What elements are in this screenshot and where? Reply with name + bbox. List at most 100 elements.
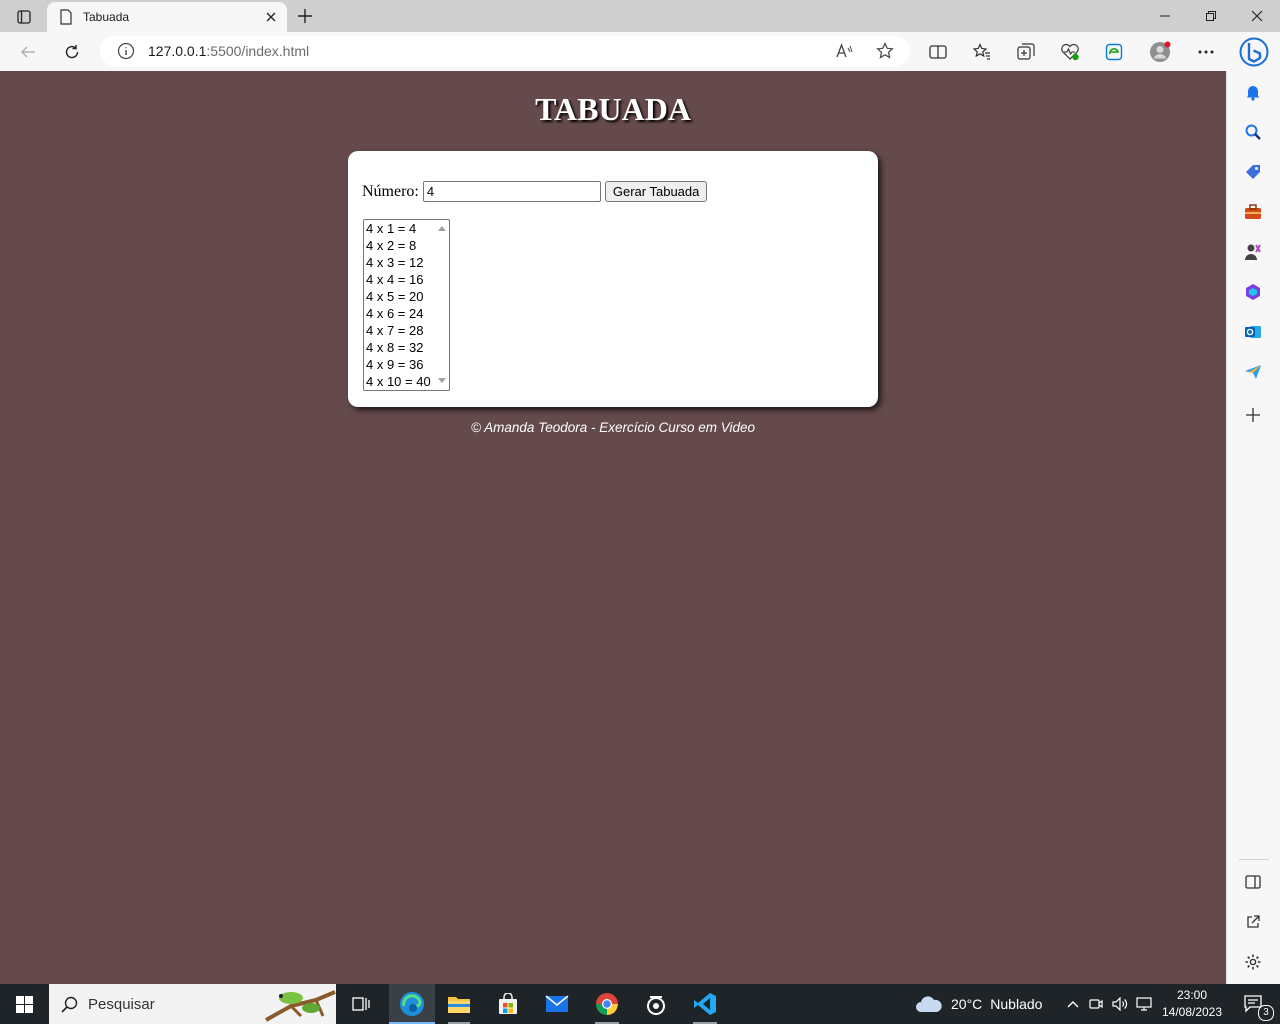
weather-widget[interactable]: 20°C Nublado bbox=[915, 984, 1050, 1024]
collections-button[interactable] bbox=[1011, 37, 1041, 67]
number-label: Número: bbox=[362, 182, 419, 200]
taskbar: Pesquisar 20°C Nublado 23:00 14/08/2023 … bbox=[0, 984, 1280, 1024]
extension-button[interactable] bbox=[1099, 37, 1129, 67]
clock[interactable]: 23:00 14/08/2023 bbox=[1158, 987, 1226, 1021]
more-options-button[interactable] bbox=[1191, 37, 1221, 67]
results-listbox[interactable]: 4 x 1 = 44 x 2 = 84 x 3 = 12 4 x 4 = 16 4 … bbox=[363, 219, 450, 391]
cloud-icon bbox=[916, 996, 942, 1012]
sidebar-toggle-icon[interactable] bbox=[1242, 871, 1264, 893]
close-icon bbox=[1251, 10, 1263, 22]
address-bar[interactable]: 127.0.0.1:5500/index.html bbox=[100, 36, 910, 66]
camera-icon bbox=[1089, 999, 1103, 1009]
clock-date: 14/08/2023 bbox=[1161, 1005, 1223, 1019]
tab-actions-icon bbox=[17, 10, 31, 24]
tabuada-card: Número: Gerar Tabuada 4 x 1 = 44 x 2 = 8… bbox=[348, 151, 878, 407]
more-icon bbox=[1198, 50, 1214, 54]
refresh-button[interactable] bbox=[57, 37, 87, 67]
meet-now-button[interactable] bbox=[1087, 984, 1105, 1024]
restore-icon bbox=[1206, 11, 1216, 21]
outlook-icon[interactable] bbox=[1242, 321, 1264, 343]
taskbar-file-explorer[interactable] bbox=[438, 984, 480, 1024]
number-form: Número: Gerar Tabuada bbox=[362, 181, 708, 202]
folder-icon bbox=[448, 997, 470, 1013]
close-icon bbox=[266, 12, 276, 22]
chrome-icon bbox=[596, 993, 618, 1015]
add-icon[interactable] bbox=[1242, 404, 1264, 426]
volume-button[interactable] bbox=[1110, 984, 1130, 1024]
read-aloud-icon bbox=[836, 43, 853, 58]
tab-close-button[interactable] bbox=[259, 5, 283, 29]
notifications-button[interactable]: 3 bbox=[1234, 984, 1274, 1024]
read-aloud-button[interactable] bbox=[834, 40, 856, 62]
search-icon[interactable] bbox=[1242, 121, 1264, 143]
taskbar-app[interactable] bbox=[634, 984, 678, 1024]
page-icon bbox=[60, 9, 72, 25]
page-title: TABUADA bbox=[535, 91, 691, 127]
star-icon bbox=[876, 42, 894, 59]
search-placeholder: Pesquisar bbox=[88, 995, 155, 1013]
store-icon bbox=[499, 993, 517, 1014]
number-input[interactable] bbox=[422, 181, 601, 202]
bell-icon[interactable] bbox=[1242, 81, 1264, 103]
search-icon bbox=[61, 996, 78, 1013]
heart-pulse-icon bbox=[1061, 43, 1079, 61]
tag-icon[interactable] bbox=[1242, 161, 1264, 183]
sidebar-divider bbox=[1239, 859, 1269, 860]
listbox-scrollbar[interactable] bbox=[435, 220, 449, 390]
mail-icon bbox=[545, 995, 569, 1012]
taskbar-chrome[interactable] bbox=[585, 984, 629, 1024]
taskbar-mail[interactable] bbox=[536, 984, 578, 1024]
taskbar-edge[interactable] bbox=[389, 984, 435, 1024]
toolbox-icon[interactable] bbox=[1242, 201, 1264, 223]
back-button[interactable] bbox=[13, 37, 43, 67]
games-icon[interactable] bbox=[1242, 241, 1264, 263]
weather-desc: Nublado bbox=[990, 996, 1043, 1012]
generate-button[interactable]: Gerar Tabuada bbox=[604, 181, 708, 202]
tab-actions-button[interactable] bbox=[10, 6, 38, 28]
favorite-button[interactable] bbox=[874, 40, 896, 62]
task-view-icon bbox=[352, 997, 370, 1011]
network-button[interactable] bbox=[1134, 984, 1154, 1024]
network-icon bbox=[1136, 997, 1152, 1011]
search-highlight-image bbox=[265, 990, 336, 1022]
windows-icon bbox=[15, 995, 33, 1013]
favorites-button[interactable] bbox=[967, 37, 997, 67]
tab-title: Tabuada bbox=[83, 10, 130, 24]
open-external-icon[interactable] bbox=[1242, 911, 1264, 933]
browser-tab[interactable]: Tabuada bbox=[47, 2, 287, 32]
app-ring-icon bbox=[647, 996, 665, 1015]
scroll-down-icon[interactable] bbox=[438, 378, 446, 384]
back-arrow-icon bbox=[21, 46, 35, 58]
browser-essentials-button[interactable] bbox=[1055, 37, 1085, 67]
info-icon bbox=[117, 42, 135, 60]
refresh-icon bbox=[65, 45, 79, 59]
notification-count: 3 bbox=[1258, 1005, 1274, 1021]
taskbar-store[interactable] bbox=[487, 984, 529, 1024]
taskbar-vscode[interactable] bbox=[683, 984, 727, 1024]
scroll-up-icon[interactable] bbox=[438, 225, 446, 231]
start-button[interactable] bbox=[0, 984, 48, 1024]
taskbar-search[interactable]: Pesquisar bbox=[49, 984, 336, 1024]
vscode-icon bbox=[694, 993, 716, 1015]
task-view-button[interactable] bbox=[341, 984, 381, 1024]
bing-chat-button[interactable] bbox=[1237, 35, 1271, 69]
edge-sidebar bbox=[1226, 71, 1280, 984]
speaker-icon bbox=[1112, 997, 1128, 1011]
edge-icon bbox=[400, 992, 424, 1016]
chevron-up-icon bbox=[1067, 1001, 1079, 1008]
send-icon[interactable] bbox=[1242, 361, 1264, 383]
avatar bbox=[1150, 41, 1171, 62]
new-tab-button[interactable] bbox=[293, 4, 317, 28]
profile-button[interactable] bbox=[1145, 37, 1175, 67]
bing-icon bbox=[1239, 37, 1269, 67]
minimize-icon bbox=[1160, 15, 1170, 17]
minimize-button[interactable] bbox=[1142, 0, 1188, 32]
office-icon[interactable] bbox=[1242, 281, 1264, 303]
window-close-button[interactable] bbox=[1234, 0, 1280, 32]
url-text: 127.0.0.1:5500/index.html bbox=[148, 43, 309, 59]
collections-icon bbox=[1017, 43, 1035, 60]
tray-overflow-button[interactable] bbox=[1062, 984, 1084, 1024]
split-screen-button[interactable] bbox=[923, 37, 953, 67]
restore-button[interactable] bbox=[1188, 0, 1234, 32]
settings-icon[interactable] bbox=[1242, 951, 1264, 973]
